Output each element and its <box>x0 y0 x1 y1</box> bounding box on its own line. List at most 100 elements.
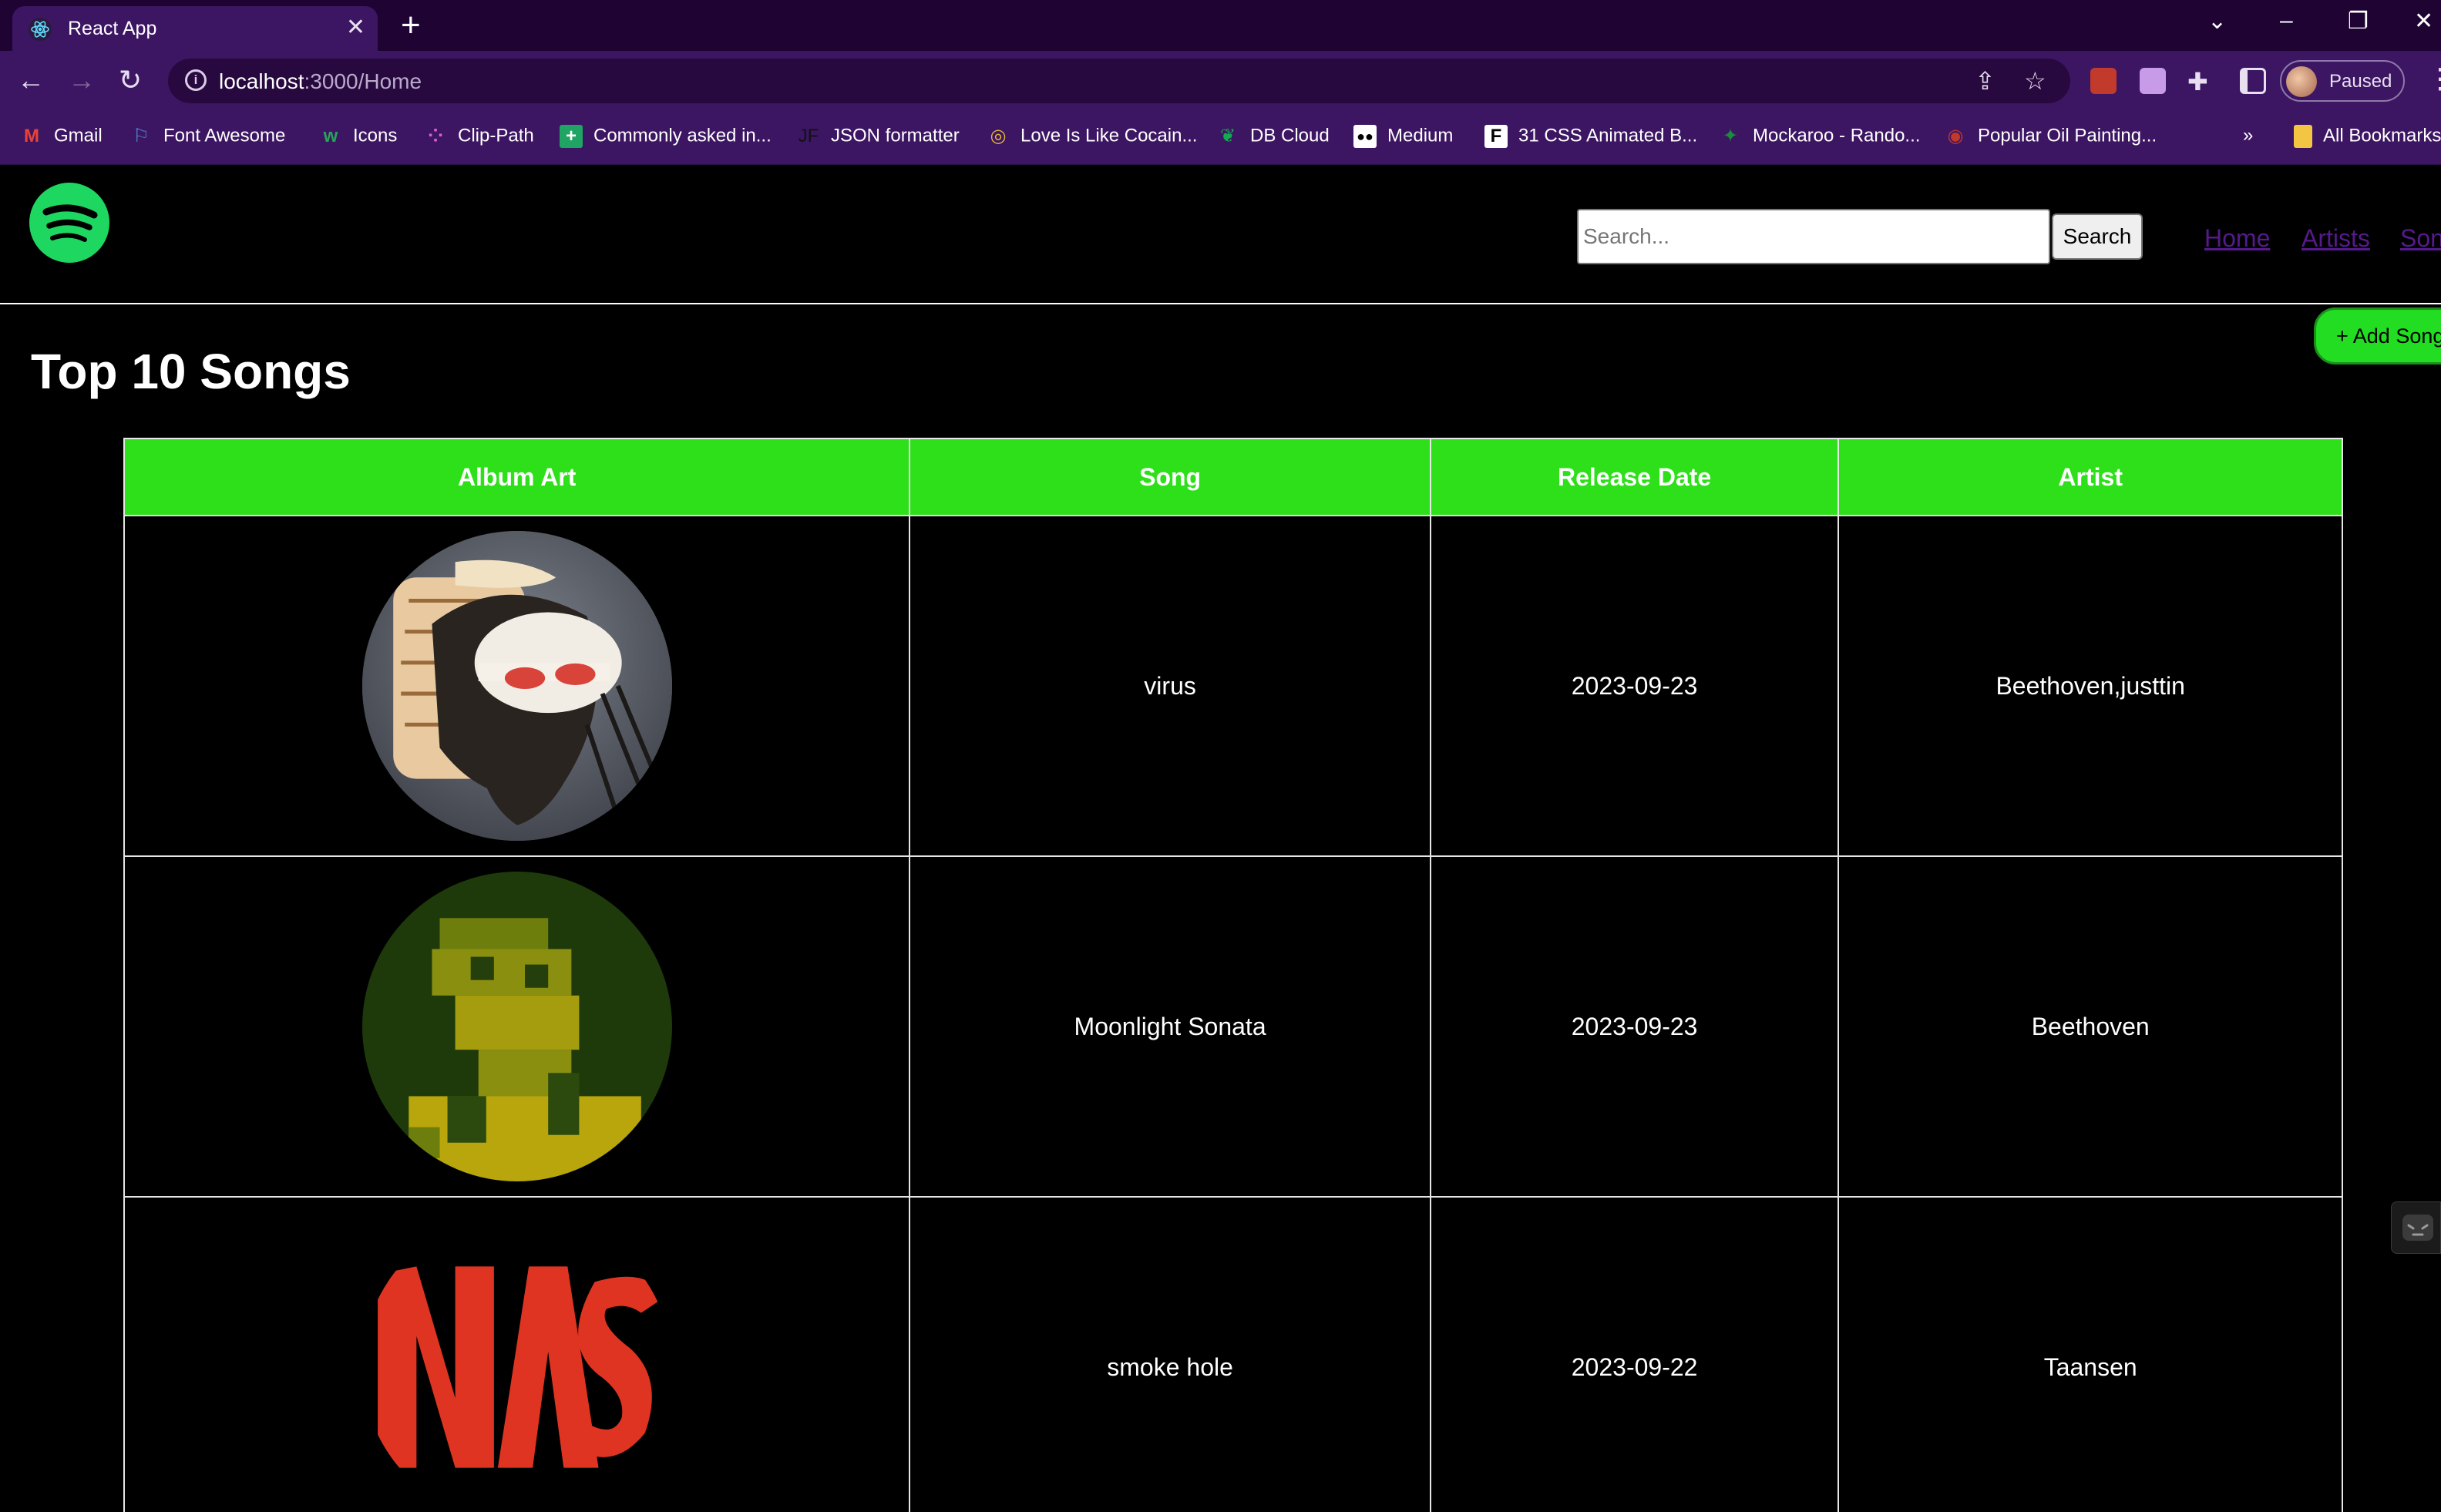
extension-red-icon[interactable] <box>2090 68 2117 94</box>
f-icon: F <box>1484 125 1508 148</box>
column-header-album-art: Album Art <box>123 438 911 516</box>
table-row: Moonlight Sonata 2023-09-23 Beethoven <box>123 855 2343 1198</box>
songs-table: Album Art Song Release Date Artist virus… <box>123 438 2343 1512</box>
bookmarks-overflow-icon[interactable]: » <box>2243 125 2253 146</box>
nav-link-songs[interactable]: Son <box>2400 224 2441 253</box>
side-panel-icon[interactable] <box>2240 68 2266 94</box>
page-title: Top 10 Songs <box>31 344 351 399</box>
artist-cell: Beethoven,justtin <box>1837 515 2343 857</box>
bookmark-json-formatter[interactable]: JF JSON formatter <box>797 125 960 148</box>
bookmark-label: All Bookmarks <box>2323 125 2441 146</box>
table-row: virus 2023-09-23 Beethoven,justtin <box>123 515 2343 857</box>
w-icon: w <box>323 126 338 146</box>
bookmark-star-icon[interactable]: ☆ <box>2024 66 2046 96</box>
flag-icon: ⚐ <box>133 126 150 146</box>
leaf-icon: ✦ <box>1722 126 1739 146</box>
tab-close-icon[interactable]: ✕ <box>346 14 365 41</box>
search-input[interactable] <box>1577 209 2050 264</box>
bookmark-label: JSON formatter <box>831 125 960 146</box>
bookmark-commonly-asked[interactable]: + Commonly asked in... <box>560 125 772 148</box>
bookmark-mockaroo[interactable]: ✦ Mockaroo - Rando... <box>1719 125 1921 148</box>
column-header-artist: Artist <box>1837 438 2343 516</box>
side-extension-widget[interactable] <box>2391 1201 2441 1254</box>
bookmark-label: Gmail <box>54 125 103 146</box>
react-icon <box>29 18 52 41</box>
bookmark-label: Icons <box>353 125 398 146</box>
song-cell: smoke hole <box>909 1196 1431 1512</box>
avatar <box>2286 66 2317 97</box>
bookmark-clip-path[interactable]: ⁘ Clip-Path <box>424 125 534 148</box>
bookmark-love-is-like[interactable]: ◎ Love Is Like Cocain... <box>987 125 1198 148</box>
release-date-cell: 2023-09-22 <box>1429 1196 1840 1512</box>
address-bar[interactable]: i localhost:3000/Home ⇪ ☆ <box>168 59 2070 103</box>
back-arrow-icon[interactable]: ← <box>17 65 45 96</box>
url-path: :3000/Home <box>304 69 422 93</box>
cat-face-icon <box>2402 1215 2433 1241</box>
bookmark-label: Medium <box>1387 125 1454 146</box>
profile-button[interactable]: Paused <box>2280 60 2405 102</box>
album-art-cell <box>123 515 911 857</box>
profile-status: Paused <box>2329 71 2392 92</box>
song-cell: Moonlight Sonata <box>909 855 1431 1198</box>
bookmark-medium[interactable]: ●● Medium <box>1353 125 1453 148</box>
site-info-icon[interactable]: i <box>185 69 207 91</box>
bookmark-font-awesome[interactable]: ⚐ Font Awesome <box>129 125 285 148</box>
url-host: localhost <box>219 69 304 93</box>
mongodb-leaf-icon: ❦ <box>1219 126 1236 146</box>
bookmark-label: Mockaroo - Rando... <box>1753 125 1921 146</box>
url-text: localhost:3000/Home <box>219 69 422 94</box>
site-navbar: Search Home Artists Son <box>0 166 2441 304</box>
bookmark-label: DB Cloud <box>1250 125 1330 146</box>
gmail-icon: M <box>24 126 39 146</box>
column-header-release-date: Release Date <box>1429 438 1840 516</box>
tab-title: React App <box>68 18 157 39</box>
bookmark-label: Popular Oil Painting... <box>1978 125 2157 146</box>
bookmark-gmail[interactable]: M Gmail <box>20 125 103 148</box>
all-bookmarks[interactable]: All Bookmarks <box>2294 125 2441 148</box>
bookmark-label: Love Is Like Cocain... <box>1020 125 1198 146</box>
release-date-cell: 2023-09-23 <box>1429 515 1840 857</box>
table-row: smoke hole 2023-09-22 Taansen <box>123 1196 2343 1512</box>
browser-toolbar: ← → ↻ i localhost:3000/Home ⇪ ☆ ✚ Paused… <box>0 51 2441 111</box>
bookmark-db-cloud[interactable]: ❦ DB Cloud <box>1216 125 1330 148</box>
table-header-row: Album Art Song Release Date Artist <box>123 438 2343 516</box>
vinyl-icon: ◎ <box>990 126 1007 146</box>
add-song-button[interactable]: + Add Song <box>2314 307 2441 365</box>
bookmark-css-animated[interactable]: F 31 CSS Animated B... <box>1484 125 1697 148</box>
dots-icon: ⁘ <box>427 126 444 146</box>
release-date-cell: 2023-09-23 <box>1429 855 1840 1198</box>
nav-link-artists[interactable]: Artists <box>2301 224 2370 253</box>
bookmark-oil-painting[interactable]: ◉ Popular Oil Painting... <box>1944 125 2157 148</box>
page-viewport: Search Home Artists Son + Add Song Top 1… <box>0 166 2441 1512</box>
window-close-icon[interactable]: ✕ <box>2414 8 2433 35</box>
search-button[interactable]: Search <box>2052 213 2143 260</box>
browser-tab[interactable]: React App ✕ <box>12 6 378 51</box>
extension-purple-icon[interactable] <box>2140 68 2166 94</box>
bookmark-icons[interactable]: w Icons <box>319 125 398 148</box>
bookmark-label: 31 CSS Animated B... <box>1518 125 1698 146</box>
reload-icon[interactable]: ↻ <box>119 65 142 96</box>
jf-icon: JF <box>798 126 819 146</box>
nav-link-home[interactable]: Home <box>2204 224 2270 253</box>
extensions-puzzle-icon[interactable]: ✚ <box>2187 66 2208 97</box>
sheets-icon: + <box>560 125 583 148</box>
bookmark-label: Font Awesome <box>163 125 286 146</box>
album-art-cell <box>123 855 911 1198</box>
share-icon[interactable]: ⇪ <box>1975 66 1996 96</box>
medium-icon: ●● <box>1353 125 1377 148</box>
browser-menu-icon[interactable]: ⋮ <box>2426 63 2441 94</box>
new-tab-plus-icon[interactable]: + <box>401 6 421 45</box>
pixelated-portrait-art <box>361 872 672 1181</box>
folder-icon <box>2294 125 2312 148</box>
tab-search-chevron-icon[interactable]: ⌄ <box>2207 8 2227 35</box>
forward-arrow-icon[interactable]: → <box>68 65 96 96</box>
spotify-logo-icon[interactable] <box>29 183 109 263</box>
bookmark-label: Clip-Path <box>458 125 534 146</box>
minimize-icon[interactable]: – <box>2280 8 2293 34</box>
bookmarks-bar: M Gmail ⚐ Font Awesome w Icons ⁘ Clip-Path +… <box>0 111 2441 165</box>
ukiyo-e-ghost-art <box>361 531 672 841</box>
column-header-song: Song <box>909 438 1431 516</box>
artist-cell: Beethoven <box>1837 855 2343 1198</box>
artist-cell: Taansen <box>1837 1196 2343 1512</box>
restore-icon[interactable]: ❐ <box>2348 8 2369 35</box>
